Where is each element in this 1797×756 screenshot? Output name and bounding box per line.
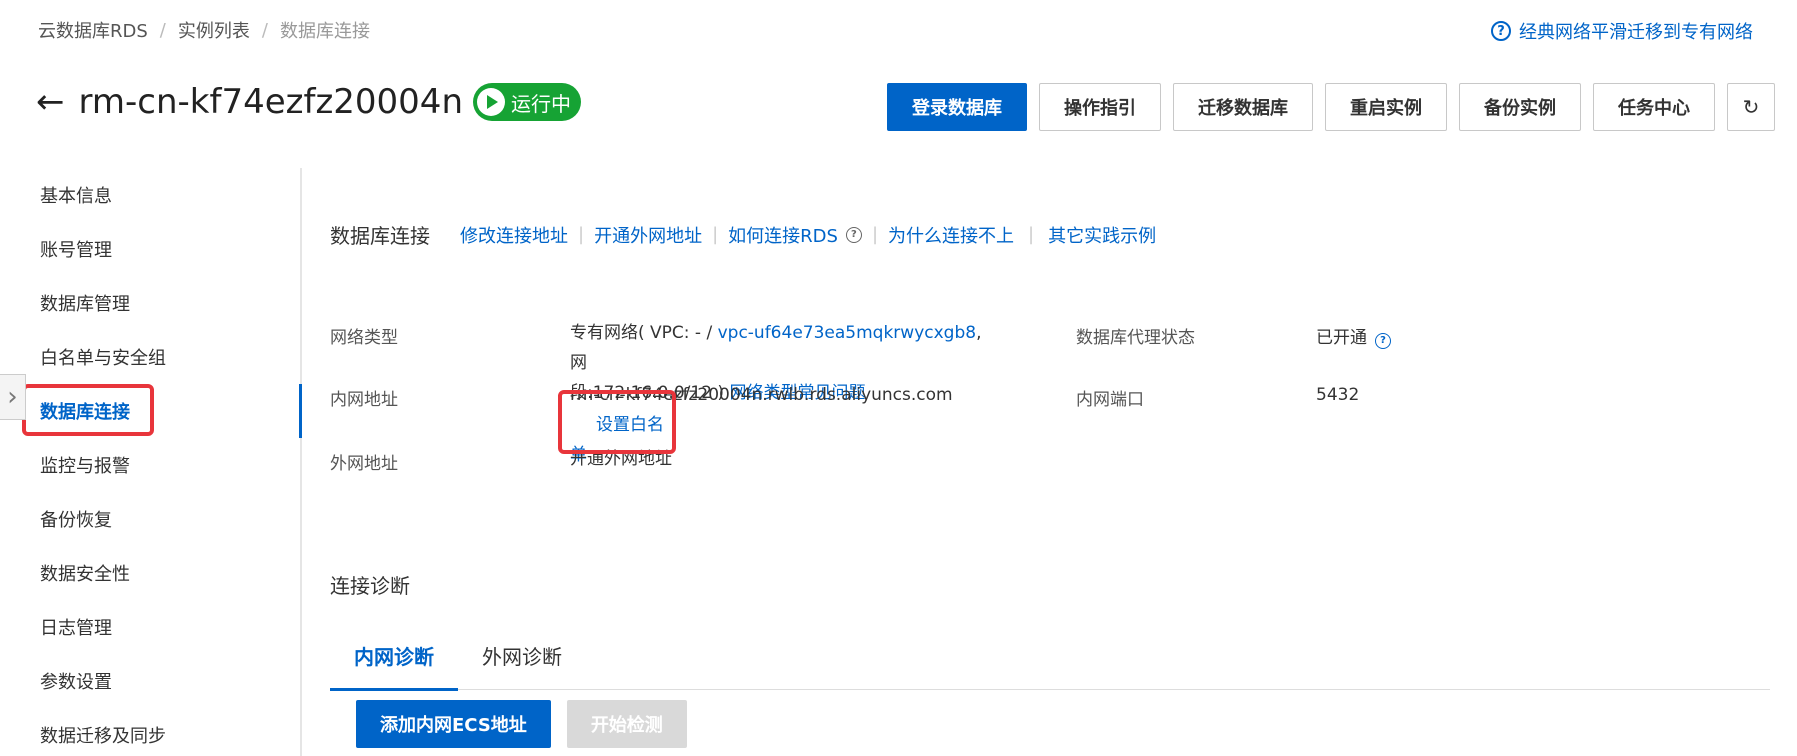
sidebar-item-whitelist[interactable]: 白名单与安全组 [0, 330, 300, 384]
breadcrumb-rds[interactable]: 云数据库RDS [38, 17, 148, 43]
sidebar-item-migration[interactable]: 数据迁移及同步 [0, 708, 300, 756]
status-badge: 运行中 [473, 83, 581, 121]
page-title: rm-cn-kf74ezfz20004n [78, 82, 464, 122]
play-icon [477, 88, 505, 116]
breadcrumb-current: 数据库连接 [279, 21, 370, 42]
intranet-port-value: 5432 [1316, 385, 1360, 405]
main-content: 数据库连接 修改连接地址 | 开通外网地址 | 如何连接RDS ? | 为什么连… [330, 168, 1777, 756]
status-text: 运行中 [511, 91, 571, 116]
sidebar-item-monitoring[interactable]: 监控与报警 [0, 438, 300, 492]
migrate-database-button[interactable]: 迁移数据库 [1173, 83, 1313, 131]
restart-instance-button[interactable]: 重启实例 [1325, 83, 1447, 131]
diagnosis-actions: 添加内网ECS地址 开始检测 [356, 700, 687, 748]
breadcrumb-instance-list[interactable]: 实例列表 [178, 17, 250, 43]
login-database-button[interactable]: 登录数据库 [887, 83, 1027, 131]
sidebar: 基本信息 账号管理 数据库管理 白名单与安全组 数据库连接 监控与报警 备份恢复… [0, 168, 302, 756]
public-address-label: 外网地址 [330, 454, 398, 474]
highlight-box-public-link [558, 390, 676, 454]
sidebar-item-parameters[interactable]: 参数设置 [0, 654, 300, 708]
sidebar-item-logs[interactable]: 日志管理 [0, 600, 300, 654]
modify-address-link[interactable]: 修改连接地址 [460, 222, 568, 248]
network-type-label: 网络类型 [330, 328, 398, 348]
sidebar-item-basic-info[interactable]: 基本信息 [0, 168, 300, 222]
diagnosis-title: 连接诊断 [330, 574, 410, 598]
other-examples-link[interactable]: 其它实践示例 [1048, 222, 1156, 248]
tab-intranet-diagnosis[interactable]: 内网诊断 [330, 620, 458, 691]
vpc-migration-help-link[interactable]: ? 经典网络平滑迁移到专有网络 [1491, 18, 1753, 44]
start-check-button[interactable]: 开始检测 [566, 700, 687, 748]
section-title: 数据库连接 [330, 224, 430, 248]
link-divider: | [871, 224, 879, 245]
sidebar-item-backup[interactable]: 备份恢复 [0, 492, 300, 546]
tab-public-diagnosis[interactable]: 外网诊断 [458, 620, 586, 690]
diagnosis-tabs: 内网诊断 外网诊断 [330, 620, 1770, 691]
sidebar-item-databases[interactable]: 数据库管理 [0, 276, 300, 330]
task-center-button[interactable]: 任务中心 [1593, 83, 1715, 131]
vpc-migration-label: 经典网络平滑迁移到专有网络 [1519, 22, 1753, 43]
sidebar-item-accounts[interactable]: 账号管理 [0, 222, 300, 276]
add-ecs-address-button[interactable]: 添加内网ECS地址 [356, 700, 551, 748]
why-cannot-connect-link[interactable]: 为什么连接不上 [888, 222, 1014, 248]
connection-header: 数据库连接 修改连接地址 | 开通外网地址 | 如何连接RDS ? | 为什么连… [330, 220, 1156, 249]
chevron-right-icon[interactable]: › [0, 374, 26, 420]
highlight-box-sidebar [22, 384, 154, 436]
sidebar-item-data-security[interactable]: 数据安全性 [0, 546, 300, 600]
backup-instance-button[interactable]: 备份实例 [1459, 83, 1581, 131]
refresh-icon[interactable]: ↻ [1727, 83, 1775, 131]
breadcrumb-separator: / [261, 19, 268, 41]
enable-public-address-link[interactable]: 开通外网地址 [594, 222, 702, 248]
action-toolbar: 登录数据库 操作指引 迁移数据库 重启实例 备份实例 任务中心 ↻ [887, 83, 1775, 131]
link-divider: | [1028, 224, 1035, 245]
network-type-prefix: 专有网络( VPC: - / [570, 323, 718, 343]
page-header: ← rm-cn-kf74ezfz20004n 运行中 [36, 80, 581, 124]
question-icon[interactable]: ? [1375, 332, 1391, 349]
question-icon[interactable]: ? [845, 226, 862, 243]
back-arrow-icon[interactable]: ← [36, 85, 65, 119]
link-divider: | [578, 224, 585, 245]
breadcrumb: 云数据库RDS / 实例列表 / 数据库连接 [38, 17, 370, 43]
intranet-address-label: 内网地址 [330, 390, 398, 410]
proxy-status-value: 已开通? [1316, 323, 1391, 349]
operation-guide-button[interactable]: 操作指引 [1039, 83, 1161, 131]
proxy-status-label: 数据库代理状态 [1076, 328, 1195, 348]
how-to-connect-link[interactable]: 如何连接RDS [728, 222, 838, 248]
intranet-port-label: 内网端口 [1076, 390, 1144, 410]
proxy-status-text: 已开通 [1316, 328, 1367, 348]
vpc-link[interactable]: vpc-uf64e73ea5mqkrwycxgb8 [718, 323, 976, 343]
link-divider: | [712, 224, 719, 245]
help-circle-icon: ? [1491, 21, 1511, 41]
breadcrumb-separator: / [159, 19, 166, 41]
